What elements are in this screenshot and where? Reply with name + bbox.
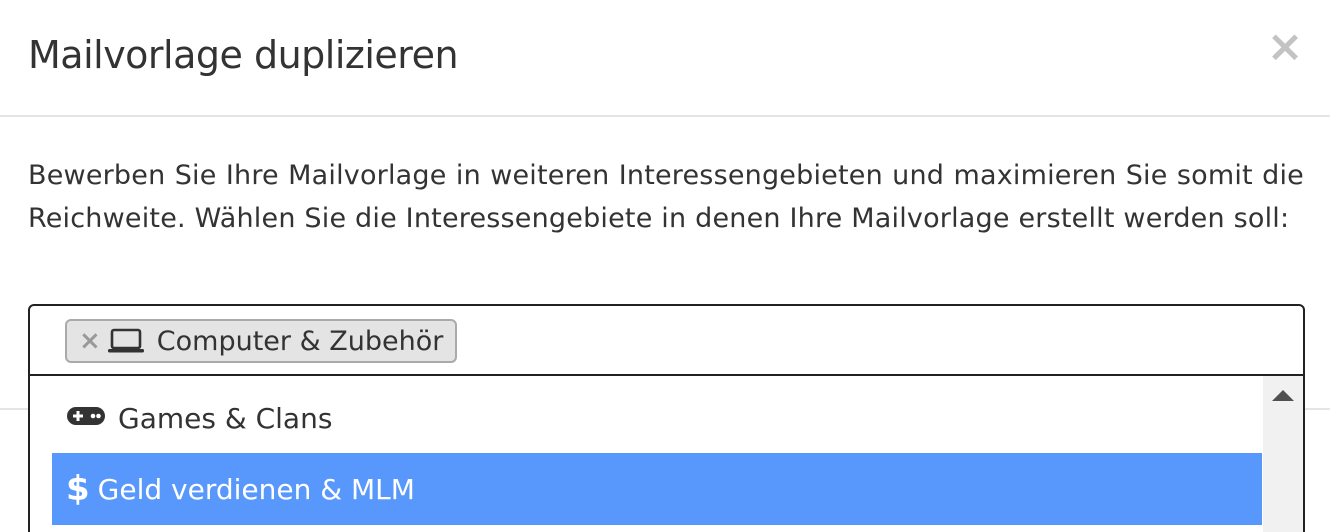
interest-multiselect[interactable]: × Computer & Zubehör bbox=[28, 304, 1305, 376]
close-button[interactable]: × bbox=[1262, 22, 1308, 72]
selected-chip-computer: × Computer & Zubehör bbox=[65, 319, 458, 363]
scroll-up-arrow-icon[interactable] bbox=[1272, 390, 1294, 401]
chip-label: Computer & Zubehör bbox=[156, 325, 444, 357]
laptop-icon bbox=[107, 328, 145, 354]
gamepad-icon bbox=[66, 402, 106, 435]
chip-remove-button[interactable]: × bbox=[79, 328, 101, 354]
option-label: Geld verdienen & MLM bbox=[97, 472, 415, 506]
options-dropdown: Games & Clans $ Geld verdienen & MLM bbox=[28, 376, 1305, 532]
modal-header: Mailvorlage duplizieren × bbox=[0, 0, 1330, 117]
option-label: Games & Clans bbox=[118, 401, 333, 435]
modal-title: Mailvorlage duplizieren bbox=[28, 33, 459, 77]
dropdown-scrollbar[interactable] bbox=[1263, 376, 1303, 532]
dollar-icon: $ bbox=[66, 469, 90, 509]
option-games-clans[interactable]: Games & Clans bbox=[52, 382, 1262, 454]
modal-description: Bewerben Sie Ihre Mailvorlage in weitere… bbox=[28, 160, 1304, 234]
option-geld-verdienen[interactable]: $ Geld verdienen & MLM bbox=[52, 453, 1262, 525]
